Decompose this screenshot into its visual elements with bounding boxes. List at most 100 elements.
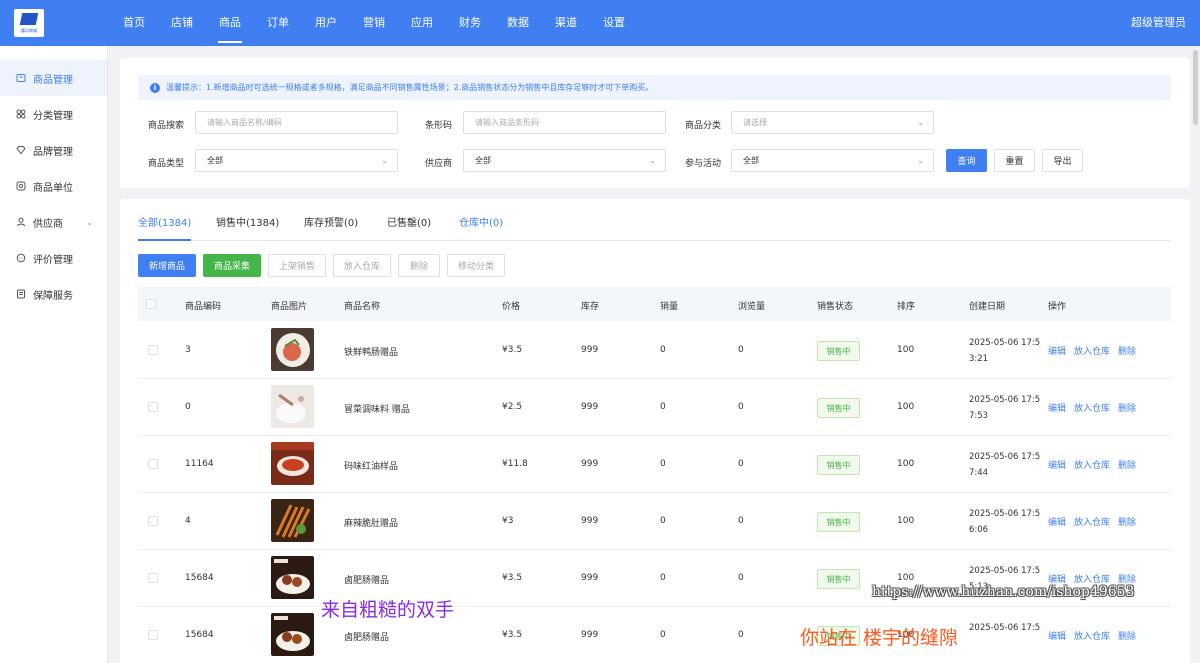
product-image[interactable] xyxy=(271,328,314,371)
cell-name[interactable]: 铁鲜鸭肠赠品 xyxy=(344,345,398,358)
watermark-url: https://www.huzhan.com/ishop49653 xyxy=(872,584,1135,600)
sidebar-item-categories[interactable]: 分类管理 xyxy=(0,96,107,132)
warehouse-link[interactable]: 放入仓库 xyxy=(1074,458,1110,471)
col-date: 创建日期 xyxy=(969,302,1006,312)
nav-products[interactable]: 商品 xyxy=(206,0,254,46)
col-image: 商品图片 xyxy=(271,302,308,312)
cell-name[interactable]: 卤肥肠赠品 xyxy=(344,573,389,586)
tab-on-sale[interactable]: 销售中(1384) xyxy=(216,214,279,241)
sidebar-item-brands[interactable]: 品牌管理 xyxy=(0,132,107,168)
search-input[interactable]: 请输入商品名称/编码 xyxy=(195,111,398,134)
activity-value: 全部 xyxy=(743,156,759,165)
delete-link[interactable]: 删除 xyxy=(1118,458,1136,471)
product-image[interactable] xyxy=(271,499,314,542)
nav-users[interactable]: 用户 xyxy=(302,0,350,46)
cell-sort: 100 xyxy=(897,516,915,526)
category-select[interactable]: 请选择 ⌄ xyxy=(731,111,934,134)
query-button[interactable]: 查询 xyxy=(946,149,987,172)
move-category-button[interactable]: 移动分类 xyxy=(447,254,505,277)
product-image[interactable] xyxy=(271,442,314,485)
col-price: 价格 xyxy=(502,302,521,312)
list-for-sale-button[interactable]: 上架销售 xyxy=(268,254,326,277)
row-checkbox[interactable] xyxy=(148,402,158,412)
nav-marketing[interactable]: 营销 xyxy=(350,0,398,46)
sidebar-item-suppliers[interactable]: 供应商 ⌄ xyxy=(0,204,107,240)
warehouse-link[interactable]: 放入仓库 xyxy=(1074,344,1110,357)
barcode-input[interactable]: 请输入商品条形码 xyxy=(463,111,666,134)
nav-channels[interactable]: 渠道 xyxy=(542,0,590,46)
cell-code: 0 xyxy=(185,402,191,412)
nav-store[interactable]: 店铺 xyxy=(158,0,206,46)
col-name: 商品名称 xyxy=(344,302,381,312)
store-logo-icon[interactable]: 嘉玛商城 xyxy=(14,9,44,37)
warehouse-link[interactable]: 放入仓库 xyxy=(1074,401,1110,414)
chevron-down-icon[interactable]: ⌄ xyxy=(86,218,93,227)
collect-product-button[interactable]: 商品采集 xyxy=(203,254,261,277)
cell-name[interactable]: 冒菜调味料 赠品 xyxy=(344,402,410,415)
warehouse-link[interactable]: 放入仓库 xyxy=(1074,515,1110,528)
row-checkbox[interactable] xyxy=(148,573,158,583)
nav-orders[interactable]: 订单 xyxy=(254,0,302,46)
product-image[interactable] xyxy=(271,385,314,428)
tab-sold-out[interactable]: 已售罄(0) xyxy=(387,214,431,241)
nav-settings[interactable]: 设置 xyxy=(590,0,638,46)
warehouse-link[interactable]: 放入仓库 xyxy=(1074,629,1110,642)
chevron-down-icon: ⌄ xyxy=(917,156,924,165)
user-menu[interactable]: 超级管理员 xyxy=(1131,0,1186,46)
product-image[interactable] xyxy=(271,613,314,656)
box-icon xyxy=(16,73,26,83)
add-product-button[interactable]: 新增商品 xyxy=(138,254,196,277)
delete-link[interactable]: 删除 xyxy=(1118,515,1136,528)
edit-link[interactable]: 编辑 xyxy=(1048,344,1066,357)
cell-stock: 999 xyxy=(581,459,599,469)
sidebar-item-products[interactable]: 商品管理 xyxy=(0,60,107,96)
row-checkbox[interactable] xyxy=(148,630,158,640)
row-checkbox[interactable] xyxy=(148,516,158,526)
nav-finance[interactable]: 财务 xyxy=(446,0,494,46)
sidebar-item-reviews[interactable]: 评价管理 xyxy=(0,240,107,276)
product-image[interactable] xyxy=(271,556,314,599)
move-to-warehouse-button[interactable]: 放入仓库 xyxy=(333,254,391,277)
supplier-select[interactable]: 全部 ⌄ xyxy=(463,149,666,172)
cell-date: 2025-05-06 17:57:44 xyxy=(969,452,1041,478)
delete-link[interactable]: 删除 xyxy=(1118,344,1136,357)
row-checkbox[interactable] xyxy=(148,459,158,469)
sidebar: 商品管理 分类管理 品牌管理 商品单位 供应商 ⌄ 评价管理 保障服务 xyxy=(0,46,108,663)
edit-link[interactable]: 编辑 xyxy=(1048,401,1066,414)
delete-link[interactable]: 删除 xyxy=(1118,629,1136,642)
type-select[interactable]: 全部 ⌄ xyxy=(195,149,398,172)
sidebar-item-label: 供应商 xyxy=(33,218,63,230)
select-all-checkbox[interactable] xyxy=(146,299,156,309)
edit-link[interactable]: 编辑 xyxy=(1048,515,1066,528)
sidebar-item-units[interactable]: 商品单位 xyxy=(0,168,107,204)
col-views: 浏览量 xyxy=(738,302,766,312)
sidebar-item-label: 商品单位 xyxy=(33,182,73,194)
tab-in-warehouse[interactable]: 仓库中(0) xyxy=(459,214,503,241)
diamond-icon xyxy=(16,145,26,155)
table-row: 3 铁鲜鸭肠赠品 ¥3.5 999 0 0 销售中 100 2025-05-06… xyxy=(138,322,1171,379)
delete-link[interactable]: 删除 xyxy=(1118,401,1136,414)
tab-all[interactable]: 全部(1384) xyxy=(138,214,192,241)
cell-name[interactable]: 麻辣脆肚赠品 xyxy=(344,516,398,529)
reset-button[interactable]: 重置 xyxy=(994,149,1035,172)
nav-apps[interactable]: 应用 xyxy=(398,0,446,46)
export-button[interactable]: 导出 xyxy=(1042,149,1083,172)
edit-link[interactable]: 编辑 xyxy=(1048,458,1066,471)
row-checkbox[interactable] xyxy=(148,345,158,355)
cell-name[interactable]: 卤肥肠赠品 xyxy=(344,630,389,643)
nav-home[interactable]: 首页 xyxy=(110,0,158,46)
activity-select[interactable]: 全部 ⌄ xyxy=(731,149,934,172)
cell-stock: 999 xyxy=(581,573,599,583)
tab-stock-warning[interactable]: 库存预警(0) xyxy=(304,214,358,241)
status-badge: 销售中 xyxy=(817,341,860,361)
nav-data[interactable]: 数据 xyxy=(494,0,542,46)
cell-sort: 100 xyxy=(897,459,915,469)
delete-button[interactable]: 删除 xyxy=(398,254,440,277)
edit-link[interactable]: 编辑 xyxy=(1048,629,1066,642)
table-row: 4 麻辣脆肚赠品 ¥3 999 0 0 销售中 100 2025-05-06 1… xyxy=(138,493,1171,550)
cell-name[interactable]: 码味红油样品 xyxy=(344,459,398,472)
shield-icon xyxy=(16,289,26,299)
supplier-label: 供应商 xyxy=(425,159,453,169)
scrollbar[interactable] xyxy=(1193,50,1198,125)
sidebar-item-guarantee[interactable]: 保障服务 xyxy=(0,276,107,312)
